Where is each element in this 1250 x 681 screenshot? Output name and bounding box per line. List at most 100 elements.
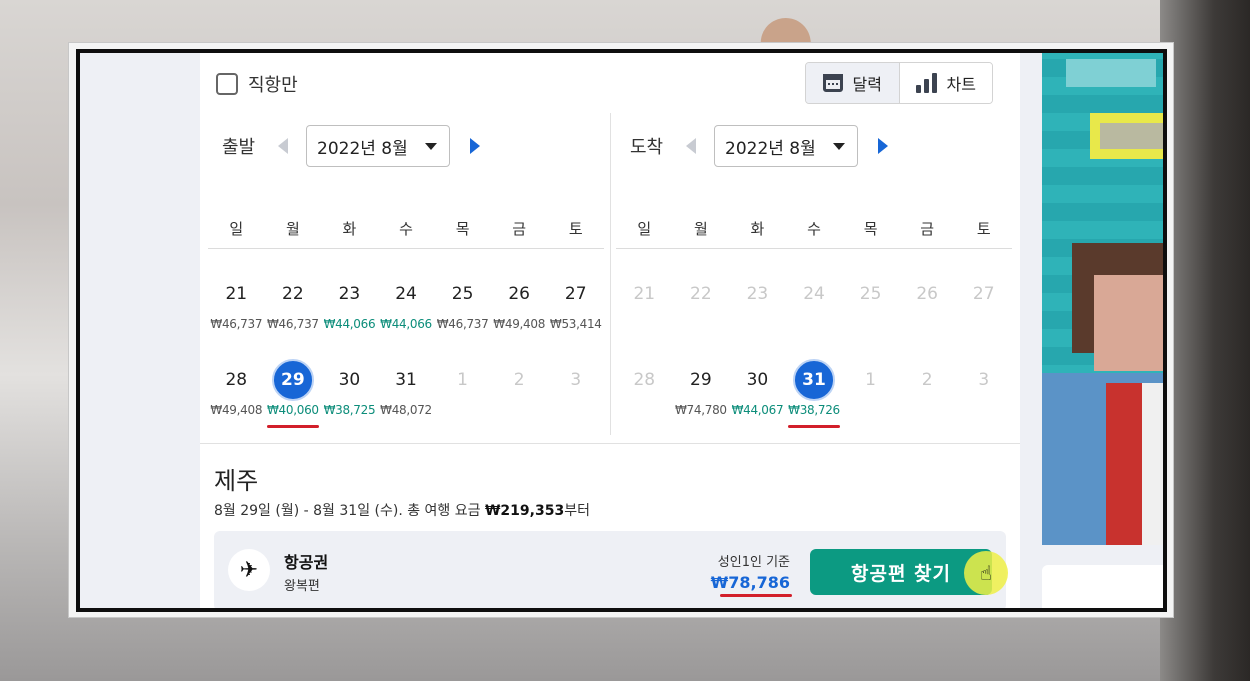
calendar-day[interactable]: 21 ₩46,737 [208,273,265,342]
day-price: ₩44,066 [323,317,376,331]
calendar-day[interactable]: 25 ₩46,737 [434,273,491,342]
calendar-day[interactable]: 22 ₩46,737 [265,273,322,342]
browser-screen: 직항만 달력 차트 출발 2022년 8월 일 월 화 수 목 금 토 21 ₩… [76,49,1167,612]
prev-month-icon[interactable] [278,138,288,154]
selected-price-underline [323,425,375,428]
trip-summary-suffix: 부터 [564,503,590,519]
selected-price-underline [210,339,262,342]
day-price: ₩48,072 [380,403,432,417]
destination-title: 제주 [214,467,259,495]
departure-week: 21 ₩46,737 22 ₩46,737 23 ₩44,066 24 ₩44,066 25 ₩4… [208,273,604,342]
calendar-icon [822,74,843,92]
next-month-icon[interactable] [878,138,888,154]
calendar-day[interactable]: 26 ₩49,408 [491,273,548,342]
selected-price-underline [845,425,897,428]
advertisement-banner[interactable] [1042,53,1163,545]
flight-card: ✈ 항공권 왕복편 성인1인 기준 ₩78,786 항공편 찾기 ☝ [214,531,1008,608]
calendar-day[interactable]: 28 ₩49,408 [208,359,265,428]
trip-summary-dates: 8월 29일 (월) - 8월 31일 (수). 총 여행 요금 [214,503,485,519]
selected-price-underline [266,425,319,428]
bar-chart-icon [915,73,937,93]
calendar-day[interactable]: 29 ₩74,780 [673,359,730,428]
trip-total-price: ₩219,353 [484,503,565,519]
weekday-divider [616,248,1012,249]
arrival-month-select[interactable]: 2022년 8월 [714,125,858,167]
calendar-divider [610,113,611,435]
arrival-label: 도착 [630,137,664,158]
day-number: 3 [978,370,990,390]
weekday: 수 [399,219,413,238]
section-divider [200,443,1020,444]
direct-only-label: 직항만 [248,75,298,96]
day-price: ₩44,067 [731,403,784,417]
arrival-calendar-header: 도착 2022년 8월 [616,125,1012,167]
weekday: 일 [229,219,244,238]
day-number: 28 [633,370,656,390]
calendar-day: 28 [616,359,673,428]
calendar-day[interactable]: 30 ₩38,725 [321,359,378,428]
departure-calendar-header: 출발 2022년 8월 [208,125,604,167]
selected-price-underline [731,425,783,428]
day-number: 24 [803,284,825,304]
calendar-day[interactable]: 27 ₩53,414 [547,273,604,342]
day-number: 29 [271,359,314,401]
departure-week: 28 ₩49,408 29 ₩40,060 30 ₩38,725 31 ₩48,072 1 2 3 [208,359,604,428]
selected-price-underline [380,339,432,342]
prev-month-icon[interactable] [686,138,696,154]
day-number: 26 [508,284,530,304]
day-price: ₩46,737 [266,317,319,331]
pointer-cursor-icon: ☝ [964,551,1008,595]
calendar-view-label: 달력 [852,75,882,94]
calendar-day: 26 [899,273,956,342]
day-number: 22 [690,284,712,304]
selected-price-underline [210,425,262,428]
day-number: 31 [793,359,836,401]
selected-price-underline [788,339,840,342]
selected-price-underline [675,425,727,428]
selected-price-underline [550,425,602,428]
chevron-down-icon [425,142,437,150]
weekday: 금 [920,219,935,238]
direct-only-filter[interactable]: 직항만 [216,71,298,97]
weekday: 목 [863,219,878,238]
ad-pixel-block [1106,383,1142,545]
day-number: 28 [225,370,248,390]
flight-calendar-panel: 직항만 달력 차트 출발 2022년 8월 일 월 화 수 목 금 토 21 ₩… [200,53,1020,608]
chart-view-button[interactable]: 차트 [898,63,992,103]
price-highlight-underline [720,594,792,597]
day-number: 26 [916,284,938,304]
day-number: 30 [338,370,361,390]
calendar-day[interactable]: 24 ₩44,066 [378,273,435,342]
weekday: 화 [750,219,765,238]
day-number: 1 [865,370,876,390]
calendar-day[interactable]: 31 ₩38,726 [786,359,843,428]
weekday: 월 [285,219,300,238]
selected-price-underline [380,425,432,428]
weekday: 월 [693,219,708,238]
calendar-day[interactable]: 23 ₩44,066 [321,273,378,342]
selected-price-underline [901,425,953,428]
calendar-day[interactable]: 30 ₩44,067 [729,359,786,428]
departure-month-select[interactable]: 2022년 8월 [306,125,450,167]
day-number: 27 [564,284,587,304]
calendar-day: 3 [955,359,1012,428]
selected-price-underline [675,339,727,342]
calendar-day[interactable]: 31 ₩48,072 [378,359,435,428]
day-number: 30 [746,370,769,390]
departure-label: 출발 [222,137,256,158]
day-number: 31 [395,370,417,390]
day-number: 21 [633,284,656,304]
direct-only-checkbox[interactable] [216,73,238,95]
day-price: ₩38,726 [788,403,840,417]
calendar-day[interactable]: 29 ₩40,060 [265,359,322,428]
calendar-day: 27 [955,273,1012,342]
weekday: 금 [512,219,527,238]
selected-price-underline [437,339,489,342]
calendar-view-button[interactable]: 달력 [806,63,899,103]
flight-card-subtitle: 왕복편 [284,579,320,594]
day-number: 2 [513,370,525,390]
calendar-day: 23 [729,273,786,342]
next-month-icon[interactable] [470,138,480,154]
view-toggle: 달력 차트 [805,62,993,104]
selected-price-underline [267,339,319,342]
